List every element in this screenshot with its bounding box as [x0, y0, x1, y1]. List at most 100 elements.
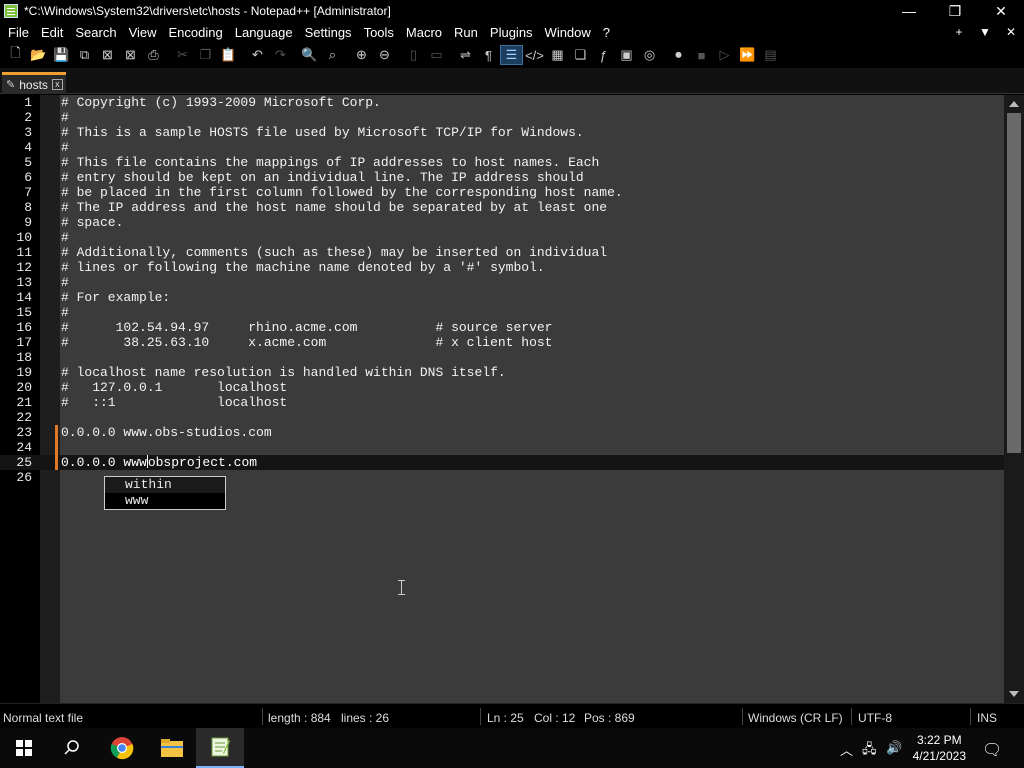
tab-close-icon[interactable]: x	[51, 79, 63, 90]
print-icon[interactable]: ⎙	[142, 45, 165, 65]
menu-macro[interactable]: Macro	[400, 25, 448, 40]
editor-line[interactable]: 5 # This file contains the mappings of IP…	[0, 155, 1004, 170]
editor-line[interactable]: 11 # Additionally, comments (such as thes…	[0, 245, 1004, 260]
status-eol[interactable]: Windows (CR LF)	[748, 711, 843, 725]
stop-record-icon[interactable]: ■	[690, 45, 713, 65]
editor-line[interactable]: 22	[0, 410, 1004, 425]
menu-search[interactable]: Search	[69, 25, 122, 40]
close-window-button[interactable]: ✕	[978, 0, 1024, 22]
editor-line[interactable]: 15 #	[0, 305, 1004, 320]
autocomplete-popup[interactable]: within www	[104, 476, 226, 510]
xml-tag-icon[interactable]: </>	[523, 45, 546, 65]
editor-line[interactable]: 12 # lines or following the machine name …	[0, 260, 1004, 275]
editor-line-current[interactable]: 25 0.0.0.0 wwwobsproject.com	[0, 455, 1004, 470]
editor-line[interactable]: 7 # be placed in the first column followe…	[0, 185, 1004, 200]
vertical-scrollbar[interactable]	[1004, 95, 1024, 703]
doc-list-icon[interactable]: ❏	[569, 45, 592, 65]
new-tab-button[interactable]: +	[946, 25, 972, 39]
paste-icon[interactable]: 📋	[217, 45, 240, 65]
menu-tools[interactable]: Tools	[358, 25, 400, 40]
doc-map-icon[interactable]: ▦	[546, 45, 569, 65]
network-icon[interactable]: 🖧	[862, 740, 877, 762]
chrome-icon[interactable]	[98, 728, 146, 768]
tab-hosts[interactable]: ✎ hosts x	[2, 72, 66, 94]
taskbar-clock[interactable]: 3:22 PM 4/21/2023	[913, 732, 966, 764]
editor-line[interactable]: 2 #	[0, 110, 1004, 125]
taskbar-search-icon[interactable]	[48, 728, 96, 768]
close-icon[interactable]: ⊠	[96, 45, 119, 65]
editor-line[interactable]: 20 # 127.0.0.1 localhost	[0, 380, 1004, 395]
minimize-button[interactable]: —	[886, 0, 932, 22]
play-macro-icon[interactable]: ▷	[713, 45, 736, 65]
status-pos: Pos : 869	[584, 711, 635, 725]
editor-line[interactable]: 6 # entry should be kept on an individual…	[0, 170, 1004, 185]
editor-line[interactable]: 4 #	[0, 140, 1004, 155]
menu-window[interactable]: Window	[539, 25, 597, 40]
new-file-icon[interactable]: 🗋	[4, 45, 27, 65]
close-doc-button[interactable]: ✕	[998, 25, 1024, 39]
run-macro-multiple-icon[interactable]: ⏩	[736, 45, 759, 65]
notification-center-icon[interactable]: 🗨	[982, 740, 1002, 760]
editor-line[interactable]: 3 # This is a sample HOSTS file used by M…	[0, 125, 1004, 140]
menu-file[interactable]: File	[0, 25, 35, 40]
editor-line[interactable]: 21 # ::1 localhost	[0, 395, 1004, 410]
editor-line[interactable]: 16 # 102.54.94.97 rhino.acme.com # source…	[0, 320, 1004, 335]
function-list-icon[interactable]: ƒ	[592, 45, 615, 65]
replace-icon[interactable]: ⌕	[321, 45, 344, 65]
word-wrap-icon[interactable]: ⇌	[454, 45, 477, 65]
menu-run[interactable]: Run	[448, 25, 484, 40]
sync-vertical-icon[interactable]: ▯	[402, 45, 425, 65]
save-macro-icon[interactable]: ▤	[759, 45, 782, 65]
editor-line[interactable]: 24	[0, 440, 1004, 455]
editor-line[interactable]: 8 # The IP address and the host name shou…	[0, 200, 1004, 215]
file-explorer-icon[interactable]	[148, 728, 196, 768]
folder-workspace-icon[interactable]: ▣	[615, 45, 638, 65]
copy-icon[interactable]: ❐	[194, 45, 217, 65]
show-all-chars-icon[interactable]: ¶	[477, 45, 500, 65]
editor-line[interactable]: 1 # Copyright (c) 1993-2009 Microsoft Cor…	[0, 95, 1004, 110]
menu-edit[interactable]: Edit	[35, 25, 69, 40]
editor[interactable]: 1 # Copyright (c) 1993-2009 Microsoft Cor…	[0, 95, 1024, 703]
menu-view[interactable]: View	[123, 25, 163, 40]
save-icon[interactable]: 💾	[50, 45, 73, 65]
menu-settings[interactable]: Settings	[299, 25, 358, 40]
notepad-plus-plus-taskbar-icon[interactable]	[196, 728, 244, 768]
start-button[interactable]	[0, 728, 48, 768]
record-macro-icon[interactable]: ⏺	[667, 45, 690, 65]
undo-icon[interactable]: ↶	[246, 45, 269, 65]
sync-horizontal-icon[interactable]: ▭	[425, 45, 448, 65]
save-all-icon[interactable]: ⧉	[73, 45, 96, 65]
show-hidden-icons-icon[interactable]: ︿	[840, 740, 853, 759]
menu-encoding[interactable]: Encoding	[163, 25, 229, 40]
autocomplete-item-selected[interactable]: www	[105, 493, 225, 509]
editor-line[interactable]: 10 #	[0, 230, 1004, 245]
editor-line[interactable]: 23 0.0.0.0 www.obs-studios.com	[0, 425, 1004, 440]
editor-line[interactable]: 17 # 38.25.63.10 x.acme.com # x client ho…	[0, 335, 1004, 350]
volume-icon[interactable]: 🔊	[886, 740, 902, 756]
editor-line[interactable]: 19 # localhost name resolution is handled…	[0, 365, 1004, 380]
indent-guide-icon[interactable]: ☰	[500, 45, 523, 65]
monitoring-icon[interactable]: ◎	[638, 45, 661, 65]
open-file-icon[interactable]: 📂	[27, 45, 50, 65]
scroll-down-icon[interactable]	[1009, 691, 1019, 697]
close-all-icon[interactable]: ⊠	[119, 45, 142, 65]
menu-language[interactable]: Language	[229, 25, 299, 40]
status-insert-mode[interactable]: INS	[977, 711, 997, 725]
zoom-in-icon[interactable]: ⊕	[350, 45, 373, 65]
editor-line[interactable]: 9 # space.	[0, 215, 1004, 230]
redo-icon[interactable]: ↷	[269, 45, 292, 65]
status-encoding: UTF-8	[858, 711, 892, 725]
maximize-button[interactable]: ❐	[932, 0, 978, 22]
menu-help[interactable]: ?	[597, 25, 616, 40]
editor-line[interactable]: 18	[0, 350, 1004, 365]
find-icon[interactable]: 🔍	[298, 45, 321, 65]
menu-plugins[interactable]: Plugins	[484, 25, 539, 40]
scrollbar-thumb[interactable]	[1007, 113, 1021, 453]
editor-line[interactable]: 14 # For example:	[0, 290, 1004, 305]
scroll-up-icon[interactable]	[1009, 101, 1019, 107]
editor-line[interactable]: 13 #	[0, 275, 1004, 290]
zoom-out-icon[interactable]: ⊖	[373, 45, 396, 65]
autocomplete-item[interactable]: within	[105, 477, 225, 493]
tab-list-button[interactable]: ▼	[972, 25, 998, 39]
cut-icon[interactable]: ✂	[171, 45, 194, 65]
